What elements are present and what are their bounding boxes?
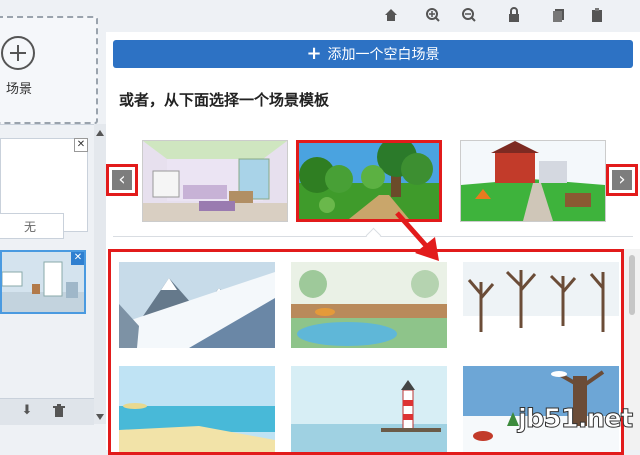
scroll-up-icon[interactable] xyxy=(96,130,104,136)
scene-none-label[interactable]: 无 xyxy=(0,213,64,239)
template-lighthouse[interactable] xyxy=(291,366,447,452)
template-living-room[interactable] xyxy=(142,140,288,222)
zoom-in-icon[interactable] xyxy=(425,7,441,23)
chevron-right-icon: › xyxy=(612,170,632,190)
template-beach[interactable] xyxy=(119,366,275,452)
carousel-prev-button[interactable]: ‹ xyxy=(106,164,138,196)
scene-toolbar: ⬇ xyxy=(0,398,94,425)
template-panel: + 添加一个空白场景 或者，从下面选择一个场景模板 ‹ › xyxy=(106,32,640,455)
callout-arrow-icon xyxy=(395,211,439,261)
scrollbar-thumb[interactable] xyxy=(629,255,635,315)
template-lake-fence[interactable] xyxy=(291,262,447,348)
template-snowy-mountains[interactable] xyxy=(119,262,275,348)
chevron-left-icon: ‹ xyxy=(112,170,132,190)
copy-icon[interactable] xyxy=(551,7,567,23)
add-blank-scene-label: 添加一个空白场景 xyxy=(327,47,440,63)
scene-card-2[interactable]: ✕ xyxy=(0,250,86,314)
left-scrollbar[interactable] xyxy=(94,124,106,424)
trash-icon[interactable] xyxy=(52,404,66,418)
lock-icon[interactable] xyxy=(506,7,522,23)
paste-icon[interactable] xyxy=(589,7,605,23)
add-scene-box[interactable]: 场景 xyxy=(0,16,98,124)
zoom-out-icon[interactable] xyxy=(461,7,477,23)
add-circle-icon xyxy=(1,36,35,70)
close-icon[interactable]: ✕ xyxy=(71,252,84,265)
template-winter-trees[interactable] xyxy=(463,262,619,348)
template-school-building[interactable] xyxy=(460,140,606,222)
scroll-down-icon[interactable] xyxy=(96,414,104,420)
download-icon[interactable]: ⬇ xyxy=(20,404,34,418)
choose-template-heading: 或者，从下面选择一个场景模板 xyxy=(119,91,330,109)
add-blank-scene-button[interactable]: + 添加一个空白场景 xyxy=(113,40,633,68)
plus-icon: + xyxy=(306,43,322,64)
carousel-pointer xyxy=(365,227,382,244)
carousel-next-button[interactable]: › xyxy=(606,164,638,196)
add-scene-label: 场景 xyxy=(6,82,33,97)
home-icon[interactable] xyxy=(383,7,399,23)
close-icon[interactable]: ✕ xyxy=(74,138,88,152)
scene-list-panel: 场景 ✕ 无 ✕ ⬇ xyxy=(0,0,112,450)
top-toolbar xyxy=(111,0,640,32)
watermark-text: jb51.net xyxy=(517,404,633,435)
